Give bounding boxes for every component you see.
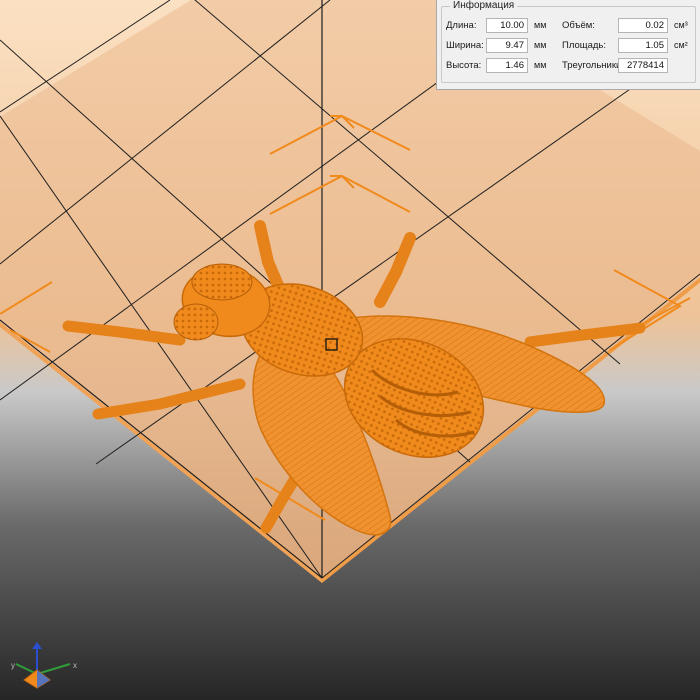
width-unit: мм — [534, 40, 547, 50]
fly-eye-bottom — [173, 303, 219, 341]
length-unit: мм — [534, 20, 547, 30]
info-panel-title: Информация — [450, 0, 518, 11]
width-label: Ширина: — [446, 40, 484, 51]
area-label: Площадь: — [562, 40, 606, 51]
width-field[interactable]: 9.47 — [486, 38, 528, 53]
info-groupbox: Информация Длина: 10.00 мм Ширина: 9.47 … — [441, 0, 696, 83]
height-unit: мм — [534, 60, 547, 70]
height-field[interactable]: 1.46 — [486, 58, 528, 73]
gizmo-axis-x — [36, 663, 71, 675]
axis-gizmo[interactable]: y x — [10, 640, 86, 690]
3d-viewport[interactable] — [0, 0, 700, 700]
volume-unit: см³ — [674, 20, 688, 30]
length-field[interactable]: 10.00 — [486, 18, 528, 33]
triangles-field[interactable]: 2778414 — [618, 58, 668, 73]
gizmo-arrow-up — [32, 642, 42, 649]
gizmo-label-y: y — [11, 661, 15, 670]
area-unit: см² — [674, 40, 688, 50]
volume-label: Объём: — [562, 20, 595, 31]
info-panel: Информация Длина: 10.00 мм Ширина: 9.47 … — [436, 0, 700, 90]
volume-field[interactable]: 0.02 — [618, 18, 668, 33]
triangles-label: Треугольники — [562, 60, 622, 71]
height-label: Высота: — [446, 60, 482, 71]
area-field[interactable]: 1.05 — [618, 38, 668, 53]
fly-eye-top — [191, 263, 253, 301]
length-label: Длина: — [446, 20, 477, 31]
gizmo-label-x: x — [73, 661, 77, 670]
